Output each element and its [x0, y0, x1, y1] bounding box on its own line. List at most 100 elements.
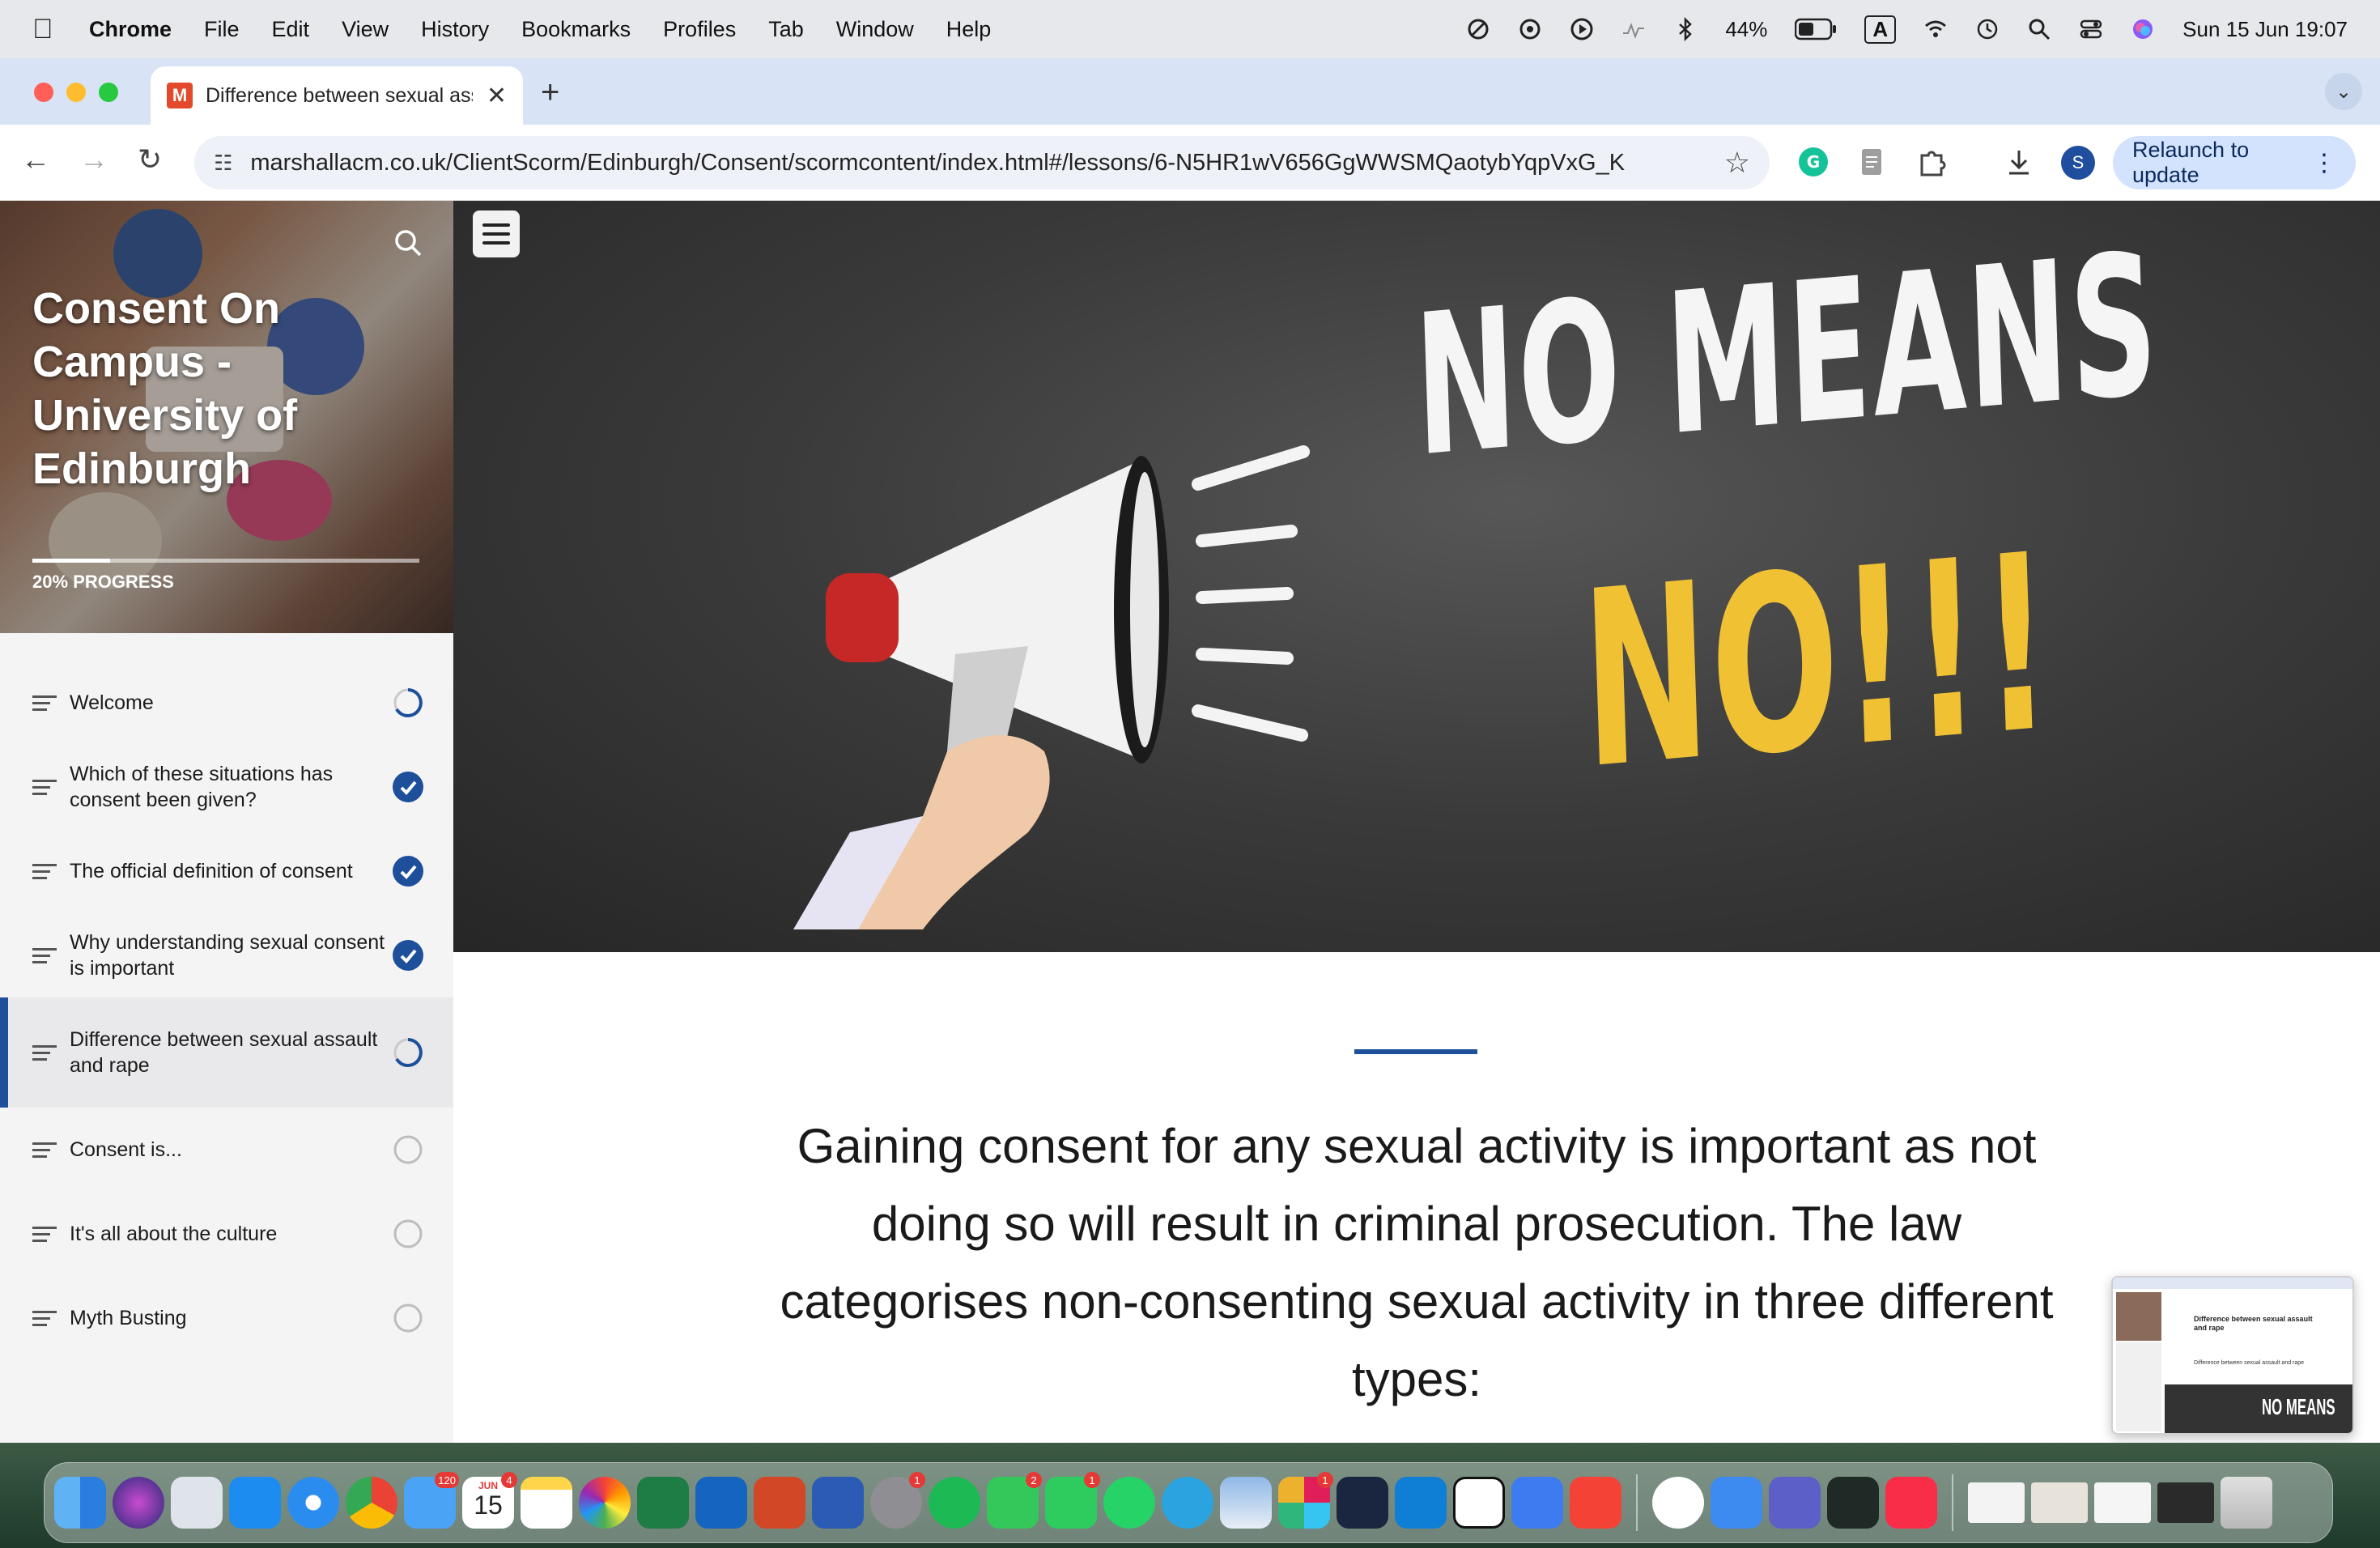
url-text[interactable]: marshallacm.co.uk/ClientScorm/Edinburgh/…: [250, 150, 1625, 176]
messages-icon[interactable]: 2: [987, 1472, 1042, 1529]
minimized-window-thumbnail[interactable]: [1968, 1482, 2025, 1523]
new-tab-plus-icon[interactable]: +: [541, 74, 559, 111]
minimized-window-thumbnail[interactable]: [2094, 1482, 2151, 1523]
reload-icon[interactable]: ↻: [138, 142, 162, 176]
siri-icon[interactable]: [2131, 17, 2155, 41]
search-icon[interactable]: [390, 225, 426, 261]
mail-icon[interactable]: 120: [404, 1472, 459, 1529]
launchpad-icon[interactable]: [171, 1477, 223, 1529]
more-options-kebab-icon[interactable]: ⋮: [2312, 149, 2336, 177]
music-icon[interactable]: [1885, 1477, 1937, 1529]
lesson-item[interactable]: Consent is...: [0, 1108, 453, 1192]
menu-view[interactable]: View: [342, 17, 389, 42]
menu-history[interactable]: History: [421, 17, 489, 42]
profile-avatar[interactable]: S: [2061, 146, 2095, 180]
document-extension-icon[interactable]: [1855, 146, 1888, 178]
forward-arrow-icon[interactable]: →: [79, 142, 108, 176]
calendar-icon[interactable]: JUN 15 4: [462, 1472, 517, 1529]
menu-bookmarks[interactable]: Bookmarks: [521, 17, 631, 42]
sidebar-toggle-hamburger-icon[interactable]: [473, 211, 520, 257]
chrome-icon[interactable]: [346, 1477, 397, 1529]
section-divider: [1354, 1049, 1477, 1054]
empty-circle-icon: [392, 1133, 424, 1166]
bluetooth-icon[interactable]: [1673, 17, 1698, 41]
siri-app-icon[interactable]: [113, 1477, 164, 1529]
wifi-icon[interactable]: [1923, 17, 1948, 41]
window-zoom-button[interactable]: [99, 83, 118, 102]
lesson-item-active[interactable]: Difference between sexual assault and ra…: [0, 997, 453, 1108]
finder-icon[interactable]: [54, 1477, 106, 1529]
preview-icon[interactable]: [1220, 1477, 1272, 1529]
lesson-item[interactable]: The official definition of consent: [0, 829, 453, 913]
bookmark-star-icon[interactable]: ☆: [1724, 146, 1750, 180]
spotlight-search-icon[interactable]: [2027, 17, 2051, 41]
lesson-item[interactable]: Welcome: [0, 661, 453, 745]
lesson-label: The official definition of consent: [70, 860, 353, 882]
powerpoint-icon[interactable]: [754, 1477, 805, 1529]
photos-icon[interactable]: [579, 1477, 631, 1529]
app-store-icon[interactable]: [229, 1477, 281, 1529]
address-bar[interactable]: ☷ marshallacm.co.uk/ClientScorm/Edinburg…: [194, 136, 1770, 189]
slack-icon[interactable]: 1: [1278, 1472, 1333, 1529]
minimized-window-thumbnail[interactable]: [2031, 1482, 2088, 1523]
menu-file[interactable]: File: [204, 17, 240, 42]
spotify-icon[interactable]: [929, 1477, 980, 1529]
browser-tab-active[interactable]: M Difference between sexual assault and …: [151, 66, 523, 125]
menu-edit[interactable]: Edit: [272, 17, 310, 42]
word-icon[interactable]: [812, 1477, 864, 1529]
course-progress-bar: [32, 559, 419, 563]
facetime-icon[interactable]: 1: [1045, 1472, 1100, 1529]
extensions-puzzle-icon[interactable]: [1915, 146, 1948, 178]
back-arrow-icon[interactable]: ←: [21, 142, 50, 176]
lesson-item[interactable]: Myth Busting: [0, 1276, 453, 1360]
tab-close-icon[interactable]: ✕: [487, 82, 507, 110]
menubar-clock[interactable]: Sun 15 Jun 19:07: [2182, 17, 2348, 42]
site-info-tune-icon[interactable]: ☷: [214, 151, 232, 176]
downloads-icon[interactable]: [2003, 146, 2035, 178]
keynote-icon[interactable]: [1711, 1477, 1762, 1529]
whatsapp-icon[interactable]: [1103, 1477, 1155, 1529]
lesson-item[interactable]: Why understanding sexual consent is impo…: [0, 913, 453, 997]
menu-profiles[interactable]: Profiles: [663, 17, 736, 42]
teams-icon[interactable]: [1769, 1477, 1821, 1529]
time-machine-icon[interactable]: [1975, 17, 2000, 41]
system-settings-icon[interactable]: 1: [870, 1472, 925, 1529]
messages-badge: 2: [1026, 1472, 1042, 1488]
screenshot-preview-thumbnail[interactable]: Difference between sexual assault and ra…: [2111, 1276, 2354, 1435]
lesson-item[interactable]: It's all about the culture: [0, 1192, 453, 1276]
window-close-button[interactable]: [34, 83, 53, 102]
chatgpt-app-icon[interactable]: [1652, 1477, 1704, 1529]
activity-monitor-icon[interactable]: [1827, 1477, 1879, 1529]
input-source-indicator[interactable]: A: [1864, 15, 1897, 44]
notes-icon[interactable]: [521, 1477, 572, 1529]
grammarly-extension-icon[interactable]: G: [1797, 146, 1830, 178]
excel-icon[interactable]: [637, 1477, 689, 1529]
telegram-icon[interactable]: [1162, 1477, 1213, 1529]
notion-icon[interactable]: [1453, 1477, 1505, 1529]
menu-tab[interactable]: Tab: [768, 17, 804, 42]
outlook-icon[interactable]: [695, 1477, 747, 1529]
focus-icon[interactable]: [1466, 17, 1490, 41]
menu-app-name[interactable]: Chrome: [89, 17, 172, 42]
menu-window[interactable]: Window: [836, 17, 914, 42]
play-icon[interactable]: [1570, 17, 1594, 41]
safari-icon[interactable]: [287, 1477, 339, 1529]
menu-help[interactable]: Help: [946, 17, 992, 42]
arc-like-app-icon[interactable]: [1511, 1477, 1563, 1529]
thumb-heading: Difference between sexual assault and ra…: [2194, 1315, 2313, 1332]
tab-search-chevron-down-icon[interactable]: ⌄: [2325, 73, 2362, 110]
cursor-app-icon[interactable]: [1337, 1477, 1388, 1529]
window-minimize-button[interactable]: [66, 83, 86, 102]
lesson-list-icon: [32, 1138, 57, 1162]
vscode-icon[interactable]: [1395, 1477, 1447, 1529]
chatgpt-icon[interactable]: [1518, 17, 1542, 41]
zotero-icon[interactable]: [1570, 1477, 1621, 1529]
apple-menu-icon[interactable]: : [32, 14, 65, 45]
lesson-item[interactable]: Which of these situations has consent be…: [0, 745, 453, 829]
control-center-icon[interactable]: [2079, 17, 2103, 41]
relaunch-to-update-button[interactable]: Relaunch to update ⋮: [2113, 136, 2356, 189]
minimized-window-thumbnail[interactable]: [2157, 1482, 2214, 1523]
trash-icon[interactable]: [2221, 1477, 2272, 1529]
battery-icon[interactable]: [1795, 18, 1837, 40]
activity-icon[interactable]: [1621, 17, 1646, 41]
